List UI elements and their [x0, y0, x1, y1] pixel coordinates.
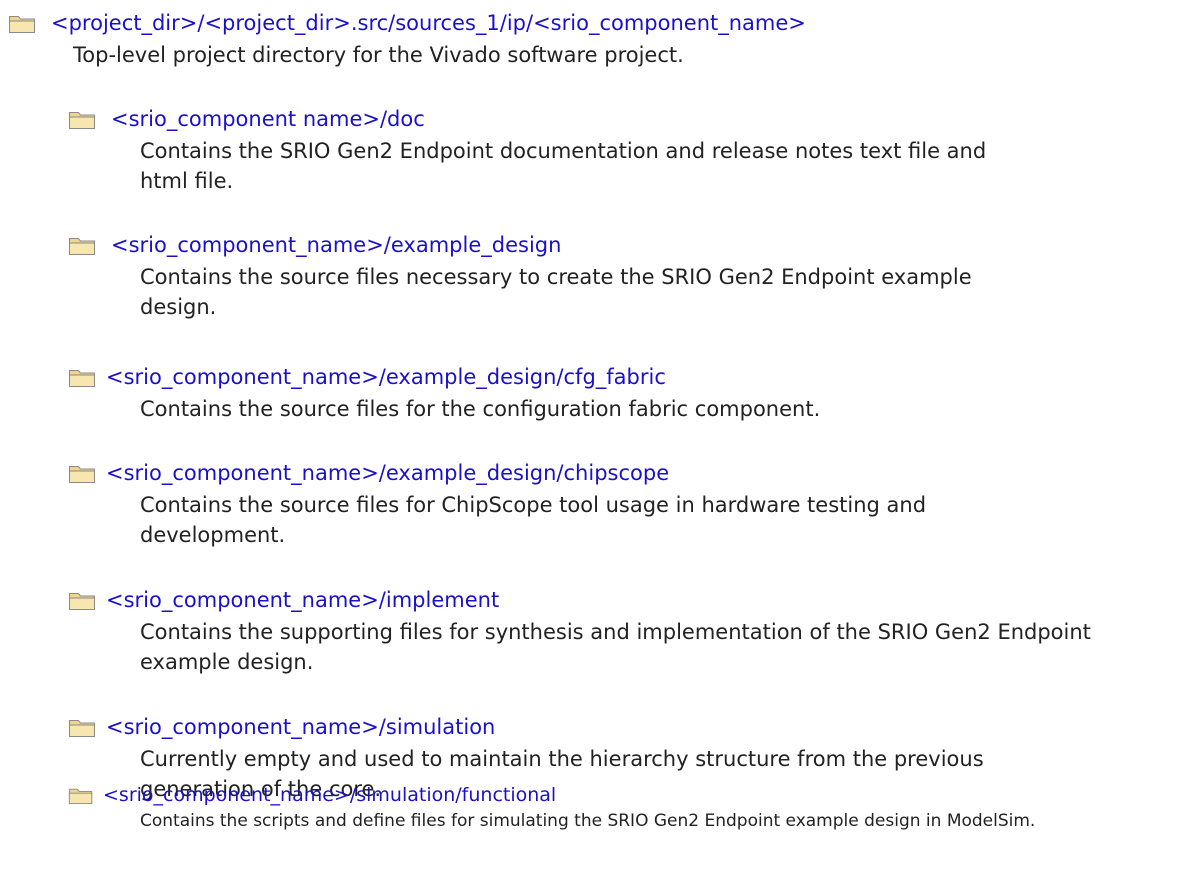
entry-header: <srio_component_name>/example_design/cfg… [68, 360, 1178, 394]
directory-path-link[interactable]: <srio_component_name>/example_design/cfg… [106, 360, 666, 394]
tree-entry-cfg-fabric: <srio_component_name>/example_design/cfg… [68, 360, 1178, 424]
tree-entry-top-level: <project_dir>/<project_dir>.src/sources_… [8, 6, 1178, 70]
folder-icon [69, 112, 95, 129]
directory-tree: <project_dir>/<project_dir>.src/sources_… [0, 0, 1192, 880]
tree-entry-chipscope: <srio_component_name>/example_design/chi… [68, 456, 1178, 550]
folder-icon [69, 370, 95, 387]
folder-icon [69, 593, 95, 610]
directory-path-link[interactable]: <project_dir>/<project_dir>.src/sources_… [51, 6, 806, 40]
tree-entry-simulation-functional: <srio_component_name>/simulation/functio… [68, 780, 1178, 832]
tree-entry-example-design: <srio_component_name>/example_design Con… [68, 228, 1178, 322]
folder-icon [69, 720, 95, 737]
directory-description: Contains the scripts and define files fo… [140, 811, 1036, 831]
directory-path-link[interactable]: <srio_component_name>/simulation/functio… [103, 780, 556, 810]
tree-entry-implement: <srio_component_name>/implement Contains… [68, 583, 1178, 677]
entry-header: <srio_component_name>/implement [68, 583, 1178, 617]
directory-description: Contains the SRIO Gen2 Endpoint document… [140, 139, 987, 193]
directory-path-link[interactable]: <srio_component_name>/implement [106, 583, 499, 617]
entry-header: <srio_component_name>/simulation [68, 710, 1178, 744]
directory-path-link[interactable]: <srio_component_name>/example_design [111, 228, 561, 262]
directory-description: Top-level project directory for the Viva… [73, 43, 684, 67]
folder-icon [69, 238, 95, 255]
directory-description: Contains the supporting files for synthe… [140, 620, 1091, 674]
directory-description: Contains the source files for the config… [140, 397, 821, 421]
directory-path-link[interactable]: <srio_component_name>/example_design/chi… [106, 456, 669, 490]
folder-icon [9, 16, 35, 33]
entry-header: <srio_component_name>/example_design [68, 228, 1178, 262]
folder-icon [69, 466, 95, 483]
folder-icon [68, 788, 93, 804]
directory-path-link[interactable]: <srio_component_name>/simulation [106, 710, 495, 744]
directory-description: Contains the source files for ChipScope … [140, 493, 927, 547]
entry-header: <srio_component name>/doc [68, 102, 1178, 136]
tree-entry-doc: <srio_component name>/doc Contains the S… [68, 102, 1178, 196]
directory-description: Contains the source files necessary to c… [140, 265, 972, 319]
entry-header: <srio_component_name>/example_design/chi… [68, 456, 1178, 490]
entry-header: <project_dir>/<project_dir>.src/sources_… [8, 6, 1178, 40]
entry-header: <srio_component_name>/simulation/functio… [68, 780, 1178, 810]
directory-path-link[interactable]: <srio_component name>/doc [111, 102, 425, 136]
